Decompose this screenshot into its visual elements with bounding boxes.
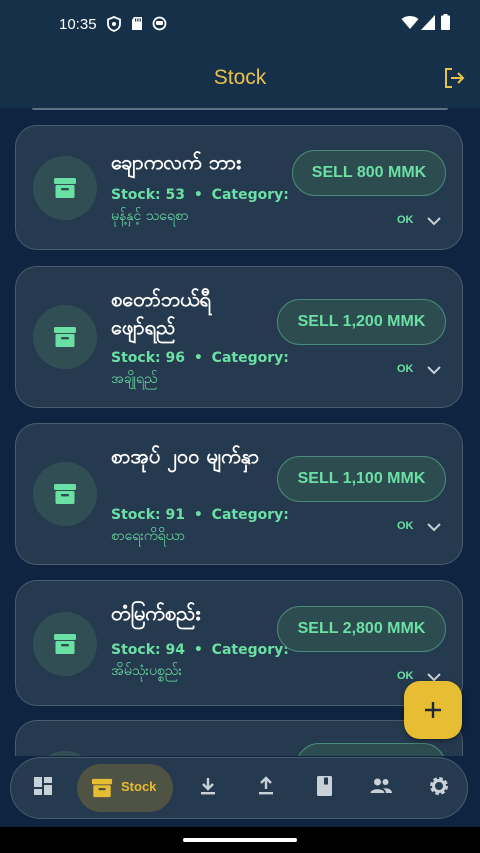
category-label: Category: <box>211 350 289 366</box>
stock-count: Stock: 96 <box>111 350 185 366</box>
product-name: တံမြက်စည်း <box>111 601 201 625</box>
stock-count: Stock: 94 <box>111 642 185 658</box>
nav-people[interactable] <box>369 774 393 798</box>
app-bar: Stock <box>0 50 480 108</box>
product-meta: Stock: 91 • Category: စာရေးကိရိယာ <box>111 505 291 547</box>
chevron-down-icon[interactable] <box>426 212 442 231</box>
dashboard-icon <box>34 777 52 795</box>
status-badge: OK <box>397 520 414 532</box>
meta-separator: • <box>193 507 203 523</box>
people-icon <box>370 778 392 793</box>
previous-card-edge <box>32 108 448 110</box>
product-avatar <box>33 156 97 220</box>
inventory-box-icon <box>54 484 76 504</box>
product-avatar <box>33 612 97 676</box>
category-value: မုန့်နှင့် သရေစာ <box>111 208 189 224</box>
bottom-nav: Stock <box>10 757 468 819</box>
product-card[interactable]: စာအုပ် ၂၀၀ မျက်နှာ Stock: 91 • Category:… <box>15 423 463 565</box>
nav-book[interactable] <box>312 774 336 798</box>
product-avatar <box>33 305 97 369</box>
status-badge: OK <box>397 214 414 226</box>
chevron-down-icon[interactable] <box>426 361 442 380</box>
meta-separator: • <box>193 350 203 366</box>
product-card[interactable] <box>15 720 463 756</box>
meta-separator: • <box>193 642 203 658</box>
nav-settings[interactable] <box>427 774 451 798</box>
status-badge: OK <box>397 363 414 375</box>
inventory-icon <box>91 778 113 798</box>
product-avatar <box>33 751 97 756</box>
product-avatar <box>33 462 97 526</box>
notification-icon <box>152 16 167 35</box>
category-label: Category: <box>211 642 289 658</box>
sell-button[interactable]: SELL 1,100 MMK <box>277 456 446 502</box>
home-indicator[interactable] <box>183 838 297 842</box>
product-card[interactable]: ချောကလက် ဘား Stock: 53 • Category: မုန့်… <box>15 125 463 250</box>
page-title: Stock <box>213 66 267 89</box>
sell-button[interactable]: SELL 800 MMK <box>292 150 446 196</box>
product-meta: Stock: 96 • Category: အချိုရည် <box>111 348 291 390</box>
signal-icon <box>421 15 435 34</box>
product-meta: Stock: 53 • Category: မုန့်နှင့် သရေစာ <box>111 185 291 227</box>
sd-card-icon <box>131 16 143 35</box>
stock-count: Stock: 53 <box>111 187 185 203</box>
sell-button[interactable] <box>296 743 446 756</box>
shield-icon <box>107 16 121 36</box>
product-meta: Stock: 94 • Category: အိမ်သုံးပစ္စည်း <box>111 640 291 682</box>
product-card[interactable]: တံမြက်စည်း Stock: 94 • Category: အိမ်သုံ… <box>15 580 463 706</box>
download-icon <box>201 778 215 795</box>
category-label: Category: <box>211 507 289 523</box>
upload-icon <box>259 776 273 795</box>
stock-count: Stock: 91 <box>111 507 185 523</box>
plus-icon <box>425 702 441 718</box>
category-label: Category: <box>211 187 289 203</box>
status-time: 10:35 <box>59 16 97 33</box>
inventory-box-icon <box>54 178 76 198</box>
product-list[interactable]: ချောကလက် ဘား Stock: 53 • Category: မုန့်… <box>0 108 480 756</box>
product-name: စတော်ဘယ်ရီ ဖျော်ရည် <box>111 287 211 339</box>
inventory-box-icon <box>54 327 76 347</box>
nav-stock-label: Stock <box>121 779 157 794</box>
category-value: အချိုရည် <box>111 371 158 387</box>
nav-download[interactable] <box>196 774 220 798</box>
add-product-button[interactable] <box>404 681 462 739</box>
battery-icon <box>441 14 450 34</box>
gesture-area <box>0 827 480 853</box>
nav-upload[interactable] <box>254 774 278 798</box>
product-name: စာအုပ် ၂၀၀ မျက်နှာ <box>111 444 260 468</box>
status-bar: 10:35 <box>0 0 480 50</box>
meta-separator: • <box>193 187 203 203</box>
settings-icon <box>430 777 448 795</box>
category-value: အိမ်သုံးပစ္စည်း <box>111 663 182 679</box>
nav-stock[interactable]: Stock <box>77 764 173 812</box>
wifi-icon <box>401 15 419 34</box>
category-value: စာရေးကိရိယာ <box>111 528 185 544</box>
nav-dashboard[interactable] <box>31 774 55 798</box>
logout-icon[interactable] <box>442 66 466 90</box>
book-icon <box>317 776 332 796</box>
product-name: ချောကလက် ဘား <box>111 150 242 174</box>
inventory-box-icon <box>54 634 76 654</box>
sell-button[interactable]: SELL 1,200 MMK <box>277 299 446 345</box>
status-badge: OK <box>397 670 414 682</box>
chevron-down-icon[interactable] <box>426 518 442 537</box>
product-card[interactable]: စတော်ဘယ်ရီ ဖျော်ရည် Stock: 96 • Category… <box>15 266 463 408</box>
sell-button[interactable]: SELL 2,800 MMK <box>277 606 446 652</box>
